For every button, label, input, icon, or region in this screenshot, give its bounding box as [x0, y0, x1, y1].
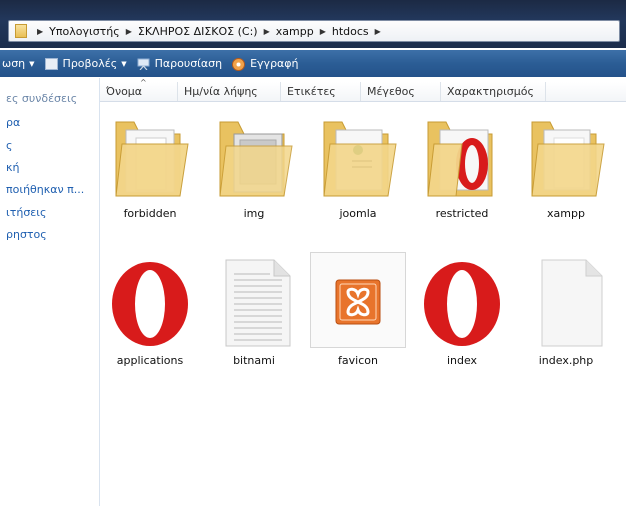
folder-small-icon [15, 24, 27, 38]
column-rating-label: Χαρακτηρισμός [447, 85, 534, 98]
command-bar: ωση ▼ Προβολές ▼ Παρουσίαση Εγγραφή [0, 50, 626, 77]
column-date-taken[interactable]: Ημ/νία λήψης [178, 82, 281, 101]
nav-item-recent-links[interactable]: ες συνδέσεις [6, 92, 77, 105]
column-size-label: Μέγεθος [367, 85, 415, 98]
nav-item-public[interactable]: ρηστος [6, 228, 47, 241]
file-name: forbidden [123, 207, 177, 220]
dropdown-arrow-icon: ▼ [29, 59, 35, 68]
file-item[interactable]: restricted [412, 102, 512, 227]
column-name-label: Όνομα [106, 85, 143, 98]
nav-item-music[interactable]: κή [6, 161, 19, 174]
chevron-right-icon: ▶ [374, 26, 381, 36]
xampp-icon [335, 279, 381, 325]
file-item[interactable]: forbidden [100, 102, 200, 227]
breadcrumb-xampp[interactable]: xampp [276, 25, 314, 38]
burn-label: Εγγραφή [250, 57, 299, 70]
folder-icon [219, 121, 293, 197]
file-name: index.php [538, 354, 594, 367]
column-date-taken-label: Ημ/νία λήψης [184, 85, 258, 98]
file-name: img [243, 207, 265, 220]
file-name: xampp [547, 207, 585, 220]
column-rating[interactable]: Χαρακτηρισμός [441, 82, 546, 101]
burn-button[interactable]: Εγγραφή [232, 57, 299, 71]
burn-disc-icon [232, 57, 246, 71]
breadcrumb-computer[interactable]: Υπολογιστής [49, 25, 120, 38]
file-item[interactable]: applications [100, 252, 200, 377]
views-label: Προβολές [62, 57, 118, 70]
slideshow-label: Παρουσίαση [154, 57, 223, 70]
organize-label: ωση [2, 57, 26, 70]
chevron-right-icon: ▶ [263, 26, 270, 36]
file-list: forbidden img joomla restricted xampp ap… [100, 102, 626, 506]
breadcrumb-drive[interactable]: ΣΚΛΗΡΟΣ ΔΙΣΚΟΣ (C:) [138, 25, 258, 38]
file-item[interactable]: joomla [308, 102, 408, 227]
file-name: restricted [435, 207, 489, 220]
text-file-icon [225, 259, 291, 347]
file-item[interactable]: bitnami [204, 252, 304, 377]
nav-item-recently-changed[interactable]: ποιήθηκαν π... [6, 183, 84, 196]
navigation-pane: ες συνδέσεις ρα ς κή ποιήθηκαν π... ιτήσ… [0, 78, 100, 506]
blank-file-icon [541, 259, 603, 347]
nav-item-searches[interactable]: ιτήσεις [6, 206, 46, 219]
views-button[interactable]: Προβολές ▼ [44, 57, 127, 70]
file-name: joomla [339, 207, 377, 220]
file-item[interactable]: favicon [308, 252, 408, 377]
dropdown-arrow-icon: ▼ [121, 59, 127, 68]
column-tags[interactable]: Ετικέτες [281, 82, 361, 101]
file-item[interactable]: img [204, 102, 304, 227]
file-name: applications [116, 354, 184, 367]
organize-button[interactable]: ωση ▼ [2, 57, 35, 70]
file-name: index [446, 354, 478, 367]
folder-icon [323, 121, 397, 197]
column-name[interactable]: ^ Όνομα [100, 78, 178, 101]
opera-icon [112, 262, 188, 346]
chevron-right-icon: ▶ [319, 26, 326, 36]
folder-icon [427, 121, 493, 197]
file-item[interactable]: index [412, 252, 512, 377]
address-field[interactable]: ▶ Υπολογιστής ▶ ΣΚΛΗΡΟΣ ΔΙΣΚΟΣ (C:) ▶ xa… [8, 20, 620, 42]
views-icon [44, 57, 58, 70]
file-name: bitnami [233, 354, 275, 367]
folder-icon [115, 121, 189, 197]
file-name: favicon [338, 354, 378, 367]
column-size[interactable]: Μέγεθος [361, 82, 441, 101]
chevron-right-icon: ▶ [37, 26, 44, 36]
opera-icon [424, 262, 500, 346]
folder-icon [531, 121, 605, 197]
sort-ascending-icon: ^ [140, 78, 147, 87]
chevron-right-icon: ▶ [125, 26, 132, 36]
nav-item-pictures[interactable]: ς [6, 139, 12, 152]
nav-item-documents[interactable]: ρα [6, 116, 20, 129]
column-header-row: ^ Όνομα Ημ/νία λήψης Ετικέτες Μέγεθος Χα… [100, 78, 626, 102]
column-tags-label: Ετικέτες [287, 85, 336, 98]
slideshow-icon [137, 58, 150, 70]
file-item[interactable]: index.php [516, 252, 616, 377]
breadcrumb-htdocs[interactable]: htdocs [332, 25, 369, 38]
slideshow-button[interactable]: Παρουσίαση [137, 57, 223, 70]
file-item[interactable]: xampp [516, 102, 616, 227]
address-bar-region: ▶ Υπολογιστής ▶ ΣΚΛΗΡΟΣ ΔΙΣΚΟΣ (C:) ▶ xa… [0, 0, 626, 48]
